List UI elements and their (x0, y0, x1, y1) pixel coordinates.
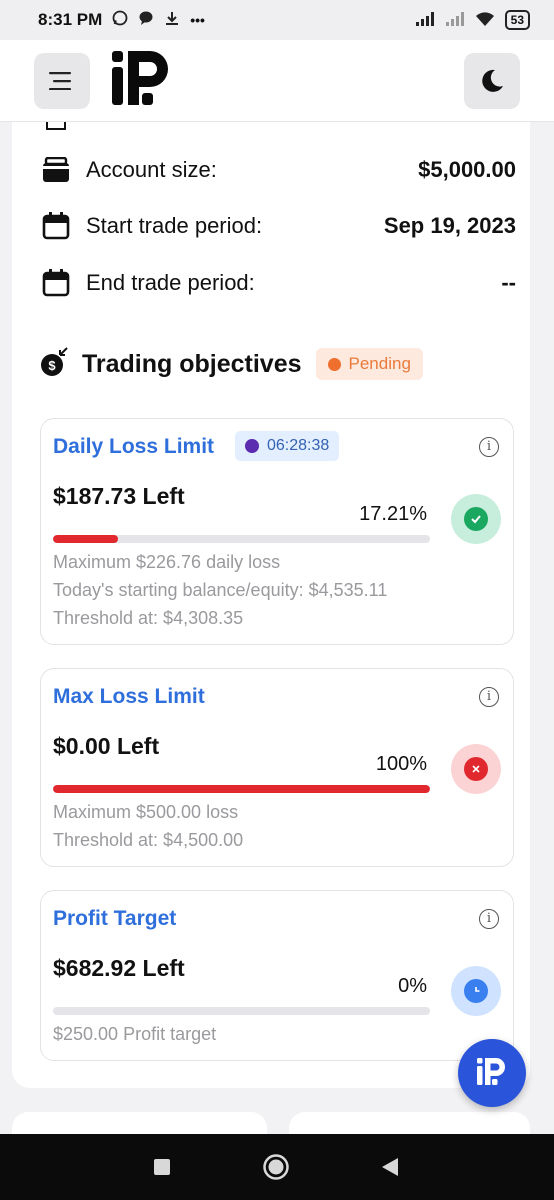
signal-off-icon (445, 11, 465, 30)
remaining-amount: $682.92 Left (53, 955, 185, 981)
signal-icon (415, 11, 435, 30)
hamburger-icon (49, 71, 71, 90)
progress-bar (53, 1007, 430, 1015)
status-indicator (451, 494, 501, 544)
clock-icon (245, 439, 259, 453)
status-indicator (451, 966, 501, 1016)
battery-indicator: 53 (504, 10, 530, 30)
info-icon[interactable]: i (479, 687, 499, 707)
progress-bar-fill (53, 785, 430, 793)
status-badge: Pending (315, 348, 423, 380)
countdown-timer: 06:28:38 (235, 431, 340, 461)
daily-loss-limit-card[interactable]: Daily Loss Limit 06:28:38 i $187.73 Left… (40, 418, 514, 645)
start-trade-period-row: Start trade period: Sep 19, 2023 (42, 206, 516, 246)
start-trade-period-label: Start trade period: (86, 213, 263, 238)
info-icon[interactable]: i (479, 437, 499, 457)
start-trade-period-value: Sep 19, 2023 (383, 213, 516, 238)
wifi-icon (475, 11, 495, 30)
close-icon (464, 757, 488, 781)
daily-loss-limit-title: Daily Loss Limit (53, 435, 215, 458)
detail-line: Maximum $226.76 daily loss (53, 552, 281, 572)
trading-objectives-title: Trading objectives (82, 349, 302, 378)
status-indicator (451, 744, 501, 794)
detail-line: Today's starting balance/equity: $4,535.… (53, 580, 388, 600)
trading-objectives-header: $ Trading objectives Pending (40, 344, 423, 384)
detail-line: Threshold at: $4,500.00 (53, 830, 244, 850)
brand-fab-button[interactable] (458, 1039, 526, 1107)
status-time: 8:31 PM (38, 10, 103, 29)
home-button[interactable] (262, 1153, 290, 1181)
profit-target-card[interactable]: Profit Target i $682.92 Left 0% $250.00 … (40, 890, 514, 1061)
progress-bar-fill (53, 535, 118, 543)
progress-percent: 17.21% (359, 503, 427, 525)
checkmark-icon (464, 507, 488, 531)
account-size-row: Account size: $5,000.00 (42, 150, 516, 190)
wallet-icon (42, 156, 70, 184)
end-trade-period-row: End trade period: -- (42, 263, 516, 303)
countdown-timer-value: 06:28:38 (267, 437, 330, 454)
remaining-amount: $0.00 Left (53, 733, 160, 759)
whatsapp-icon (112, 10, 128, 31)
account-size-label: Account size: (86, 157, 217, 182)
system-nav-bar (0, 1134, 554, 1200)
calendar-icon (42, 212, 70, 240)
progress-bar (53, 785, 430, 793)
max-loss-limit-title: Max Loss Limit (53, 685, 205, 708)
brand-logo-icon (477, 1058, 505, 1085)
progress-percent: 100% (375, 753, 427, 775)
detail-line: $250.00 Profit target (53, 1024, 217, 1044)
status-badge-label: Pending (348, 354, 411, 373)
recents-button[interactable] (152, 1157, 172, 1177)
end-trade-period-label: End trade period: (86, 270, 255, 295)
detail-line: Threshold at: $4,308.35 (53, 608, 244, 628)
app-header (0, 40, 554, 122)
clock-icon (327, 357, 341, 371)
moon-icon (482, 69, 503, 92)
cut-off-icon (46, 122, 66, 130)
brand-logo[interactable] (112, 50, 172, 111)
progress-percent: 0% (398, 975, 427, 997)
download-icon (164, 10, 180, 31)
home-circle-icon (263, 1154, 289, 1180)
profit-target-title: Profit Target (53, 907, 177, 930)
menu-button[interactable] (34, 52, 90, 109)
back-triangle-icon (382, 1158, 398, 1176)
clock-icon (464, 979, 488, 1003)
account-details-card: Account size: $5,000.00 Start trade peri… (12, 122, 530, 1088)
progress-bar (53, 535, 430, 543)
max-loss-limit-card[interactable]: Max Loss Limit i $0.00 Left 100% Maximum… (40, 668, 514, 867)
end-trade-period-value: -- (501, 270, 516, 295)
svg-text:$: $ (48, 358, 56, 373)
calendar-icon (42, 269, 70, 297)
info-icon[interactable]: i (479, 909, 499, 929)
status-bar: 8:31 PM ••• 53 (0, 0, 554, 40)
remaining-amount: $187.73 Left (53, 483, 185, 509)
square-icon (154, 1159, 170, 1175)
back-button[interactable] (380, 1156, 400, 1178)
account-size-value: $5,000.00 (418, 157, 516, 182)
detail-line: Maximum $500.00 loss (53, 802, 239, 822)
chat-icon (138, 10, 154, 31)
money-bag-icon: $ (40, 346, 70, 382)
theme-toggle-button[interactable] (464, 52, 520, 109)
more-notifications: ••• (190, 12, 205, 28)
